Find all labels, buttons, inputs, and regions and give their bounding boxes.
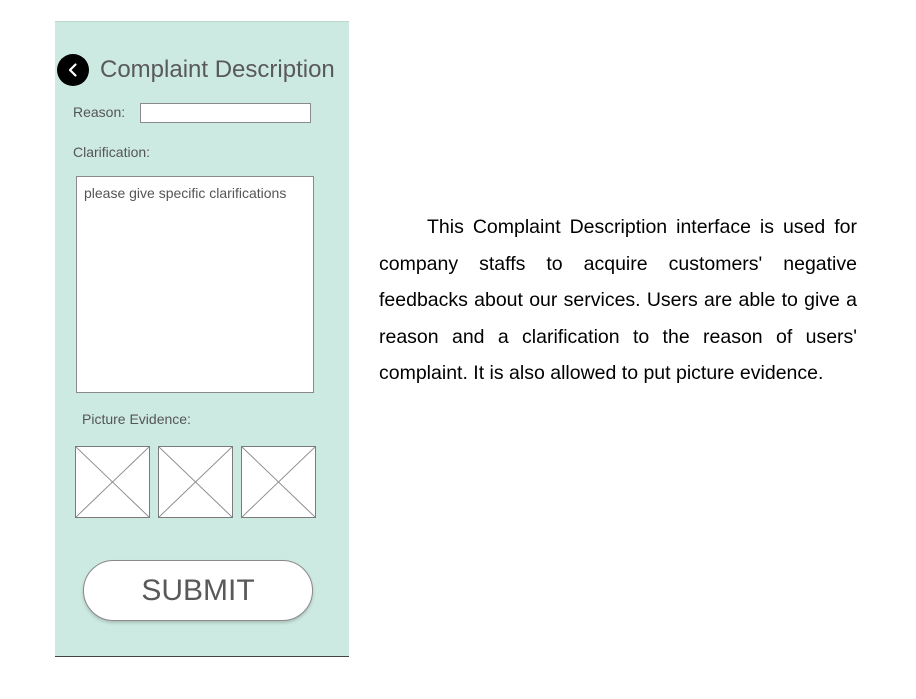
interface-description: This Complaint Description interface is … (379, 216, 857, 384)
submit-button[interactable]: SUBMIT (83, 560, 313, 621)
picture-slot-1[interactable] (75, 446, 150, 518)
picture-slot-2[interactable] (158, 446, 233, 518)
page-title: Complaint Description (100, 56, 335, 83)
clarification-textarea[interactable] (76, 176, 314, 393)
complaint-screen: Complaint Description Reason: Clarificat… (55, 21, 349, 657)
back-button[interactable] (57, 54, 89, 86)
clarification-label: Clarification: (73, 144, 151, 160)
image-placeholder-icon (159, 447, 232, 517)
chevron-left-icon (68, 63, 77, 77)
picture-slot-3[interactable] (241, 446, 316, 518)
image-placeholder-icon (242, 447, 315, 517)
reason-input[interactable] (140, 103, 311, 123)
reason-label: Reason: (73, 104, 126, 120)
picture-evidence-label: Picture Evidence: (82, 411, 191, 427)
image-placeholder-icon (76, 447, 149, 517)
